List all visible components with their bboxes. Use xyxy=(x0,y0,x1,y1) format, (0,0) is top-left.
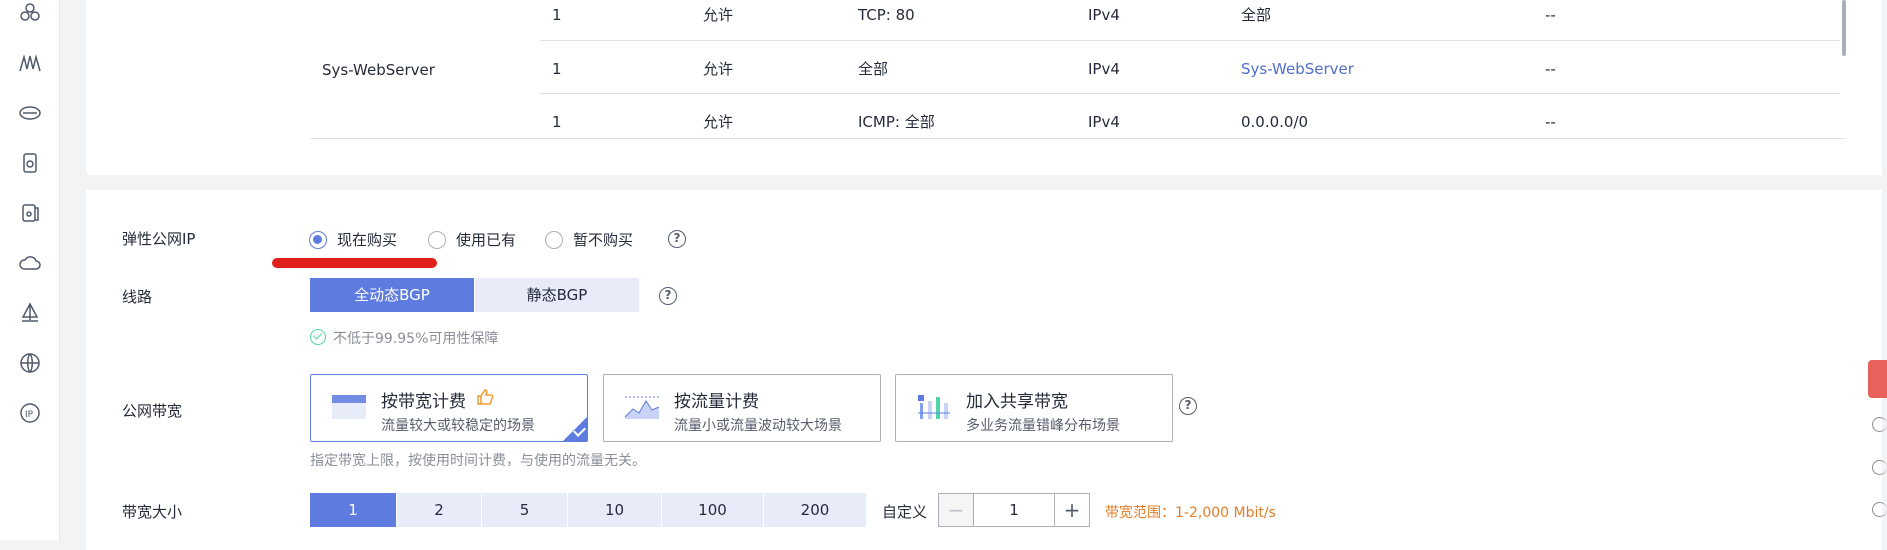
type-cell: IPv4 xyxy=(1088,6,1120,24)
bandwidth-range-note: 带宽范围：1-2,000 Mbit/s xyxy=(1105,505,1276,521)
radio-dot xyxy=(545,230,563,249)
priority-cell: 1 xyxy=(552,60,562,78)
help-icon[interactable]: ? xyxy=(668,230,686,248)
line-label: 线路 xyxy=(122,288,153,306)
radio-not-buy[interactable]: 暂不购买 xyxy=(545,229,633,250)
row-divider xyxy=(540,93,1840,94)
radio-label: 使用已有 xyxy=(456,231,517,249)
cloud-icon[interactable] xyxy=(17,250,43,276)
billing-card-title: 加入共享带宽 xyxy=(966,392,1068,412)
row-divider xyxy=(540,40,1840,41)
table-row: 1 允许 TCP: 80 IPv4 全部 -- xyxy=(310,0,1846,52)
bandwidth-option-5[interactable]: 5 xyxy=(482,493,567,527)
billing-description: 指定带宽上限，按使用时间计费，与使用的流量无关。 xyxy=(310,453,646,469)
billing-card-shared-bandwidth[interactable]: 加入共享带宽 多业务流量错峰分布场景 xyxy=(895,374,1173,442)
table-bottom-border xyxy=(310,138,1846,139)
cluster-icon[interactable] xyxy=(17,0,43,26)
bandwidth-value[interactable]: 1 xyxy=(974,494,1054,526)
source-cell: 0.0.0.0/0 xyxy=(1241,113,1309,131)
smile-icon[interactable] xyxy=(1872,417,1887,432)
protocol-cell: TCP: 80 xyxy=(858,6,915,24)
bandwidth-option-10[interactable]: 10 xyxy=(568,493,661,527)
thumbs-up-icon xyxy=(477,389,494,405)
bandwidth-option-2[interactable]: 2 xyxy=(397,493,481,527)
server-icon[interactable] xyxy=(17,150,43,176)
increment-button[interactable]: + xyxy=(1054,494,1089,526)
bandwidth-size-label: 带宽大小 xyxy=(122,503,183,521)
description-cell: -- xyxy=(1545,60,1556,78)
help-icon[interactable]: ? xyxy=(659,287,677,305)
globe-icon[interactable] xyxy=(17,350,43,376)
eip-label: 弹性公网IP xyxy=(122,230,196,248)
description-cell: -- xyxy=(1545,6,1556,24)
feedback-tab[interactable] xyxy=(1868,360,1887,398)
radio-dot xyxy=(428,230,446,249)
decrement-button[interactable]: − xyxy=(939,494,974,526)
action-cell: 允许 xyxy=(703,6,734,24)
billing-card-by-traffic[interactable]: 按流量计费 流量小或流量波动较大场景 xyxy=(603,374,881,442)
bandwidth-billing-label: 公网带宽 xyxy=(122,402,183,420)
billing-card-subtitle: 流量小或流量波动较大场景 xyxy=(674,418,842,434)
bandwidth-stepper: − 1 + xyxy=(938,493,1090,527)
priority-cell: 1 xyxy=(552,6,562,24)
billing-card-title: 按带宽计费 xyxy=(381,392,466,412)
radio-buy-now[interactable]: 现在购买 xyxy=(309,229,397,250)
availability-note: 不低于99.95%可用性保障 xyxy=(333,331,499,347)
table-row: 1 允许 全部 IPv4 Sys-WebServer -- xyxy=(310,54,1846,106)
clock-icon[interactable] xyxy=(1872,502,1887,517)
protocol-cell: ICMP: 全部 xyxy=(858,113,935,131)
custom-label: 自定义 xyxy=(882,503,928,521)
bandwidth-billing-icon xyxy=(332,395,366,419)
billing-card-title: 按流量计费 xyxy=(674,392,759,412)
annotation-underline xyxy=(272,258,437,268)
type-cell: IPv4 xyxy=(1088,113,1120,131)
source-link[interactable]: Sys-WebServer xyxy=(1241,54,1354,84)
line-option-static-bgp[interactable]: 静态BGP xyxy=(475,278,639,312)
billing-card-by-bandwidth[interactable]: 按带宽计费 流量较大或较稳定的场景 xyxy=(310,374,588,442)
billing-card-subtitle: 流量较大或较稳定的场景 xyxy=(381,418,535,434)
table-scrollbar[interactable] xyxy=(1842,0,1846,56)
bandwidth-option-1[interactable]: 1 xyxy=(310,493,396,527)
table-row: 1 允许 ICMP: 全部 IPv4 0.0.0.0/0 -- xyxy=(310,107,1846,159)
action-cell: 允许 xyxy=(703,113,734,131)
protocol-cell: 全部 xyxy=(858,60,889,78)
description-cell: -- xyxy=(1545,113,1556,131)
database-icon[interactable] xyxy=(17,100,43,126)
action-cell: 允许 xyxy=(703,60,734,78)
bandwidth-option-200[interactable]: 200 xyxy=(764,493,866,527)
billing-card-subtitle: 多业务流量错峰分布场景 xyxy=(966,418,1120,434)
priority-cell: 1 xyxy=(552,113,562,131)
radio-dot xyxy=(309,230,327,249)
waveform-icon[interactable] xyxy=(17,50,43,76)
help-icon[interactable]: ? xyxy=(1179,397,1197,415)
left-nav-rail: IP xyxy=(0,0,60,540)
svg-text:IP: IP xyxy=(25,410,34,420)
radio-label: 暂不购买 xyxy=(573,231,634,249)
radio-use-existing[interactable]: 使用已有 xyxy=(428,229,516,250)
line-option-dynamic-bgp[interactable]: 全动态BGP xyxy=(310,278,474,312)
sailboat-icon[interactable] xyxy=(17,300,43,326)
storage-icon[interactable] xyxy=(17,200,43,226)
type-cell: IPv4 xyxy=(1088,60,1120,78)
traffic-billing-icon xyxy=(624,396,660,419)
shared-bandwidth-icon xyxy=(918,395,950,419)
service-icon[interactable] xyxy=(1872,460,1887,475)
ip-icon[interactable]: IP xyxy=(17,400,43,426)
radio-label: 现在购买 xyxy=(337,231,398,249)
source-cell: 全部 xyxy=(1241,6,1272,24)
check-circle-icon xyxy=(310,329,326,345)
bandwidth-option-100[interactable]: 100 xyxy=(662,493,763,527)
